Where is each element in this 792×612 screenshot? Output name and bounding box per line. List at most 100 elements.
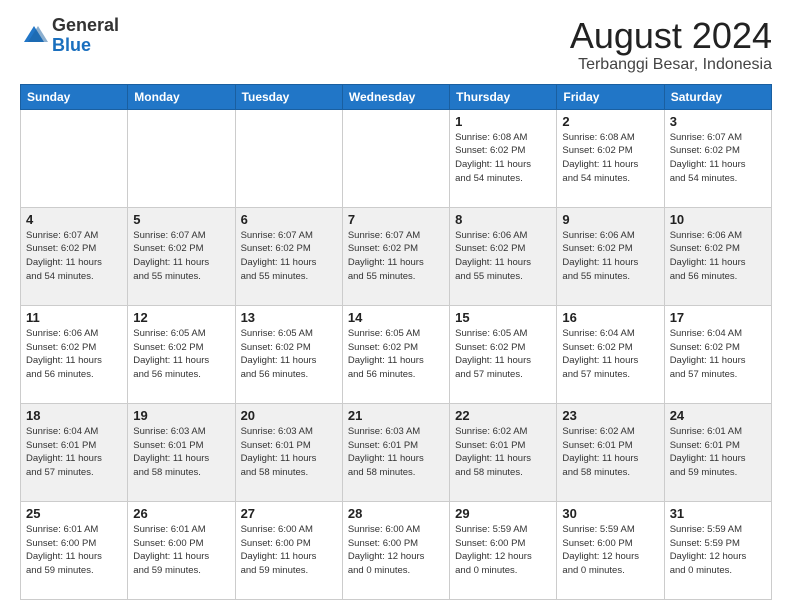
- logo-blue: Blue: [52, 35, 91, 55]
- day-number: 15: [455, 310, 551, 325]
- calendar-cell: [235, 109, 342, 207]
- day-number: 17: [670, 310, 766, 325]
- day-info: Sunrise: 6:04 AM Sunset: 6:01 PM Dayligh…: [26, 425, 122, 480]
- day-info: Sunrise: 5:59 AM Sunset: 6:00 PM Dayligh…: [455, 523, 551, 578]
- calendar-cell: 2 Sunrise: 6:08 AM Sunset: 6:02 PM Daylig…: [557, 109, 664, 207]
- day-number: 11: [26, 310, 122, 325]
- calendar-cell: 6 Sunrise: 6:07 AM Sunset: 6:02 PM Daylig…: [235, 207, 342, 305]
- day-info: Sunrise: 6:06 AM Sunset: 6:02 PM Dayligh…: [670, 229, 766, 284]
- day-info: Sunrise: 6:02 AM Sunset: 6:01 PM Dayligh…: [455, 425, 551, 480]
- day-number: 24: [670, 408, 766, 423]
- day-info: Sunrise: 6:03 AM Sunset: 6:01 PM Dayligh…: [241, 425, 337, 480]
- day-number: 10: [670, 212, 766, 227]
- logo-text: General Blue: [52, 16, 119, 56]
- day-number: 4: [26, 212, 122, 227]
- logo: General Blue: [20, 16, 119, 56]
- day-number: 3: [670, 114, 766, 129]
- day-number: 22: [455, 408, 551, 423]
- weekday-thursday: Thursday: [450, 84, 557, 109]
- day-number: 9: [562, 212, 658, 227]
- calendar-cell: 26 Sunrise: 6:01 AM Sunset: 6:00 PM Dayli…: [128, 501, 235, 599]
- month-title: August 2024: [570, 16, 772, 56]
- calendar-cell: 24 Sunrise: 6:01 AM Sunset: 6:01 PM Dayli…: [664, 403, 771, 501]
- calendar-cell: 25 Sunrise: 6:01 AM Sunset: 6:00 PM Dayli…: [21, 501, 128, 599]
- day-number: 18: [26, 408, 122, 423]
- day-info: Sunrise: 6:02 AM Sunset: 6:01 PM Dayligh…: [562, 425, 658, 480]
- calendar-cell: 3 Sunrise: 6:07 AM Sunset: 6:02 PM Daylig…: [664, 109, 771, 207]
- calendar-cell: 14Sunrise: 6:05 AM Sunset: 6:02 PM Dayli…: [342, 305, 449, 403]
- logo-icon: [20, 22, 48, 50]
- day-info: Sunrise: 6:06 AM Sunset: 6:02 PM Dayligh…: [562, 229, 658, 284]
- calendar-cell: 12 Sunrise: 6:05 AM Sunset: 6:02 PM Dayli…: [128, 305, 235, 403]
- location: Terbanggi Besar, Indonesia: [570, 56, 772, 74]
- calendar-cell: 28 Sunrise: 6:00 AM Sunset: 6:00 PM Dayli…: [342, 501, 449, 599]
- weekday-tuesday: Tuesday: [235, 84, 342, 109]
- day-number: 14: [348, 310, 444, 325]
- day-number: 25: [26, 506, 122, 521]
- day-number: 29: [455, 506, 551, 521]
- day-info: Sunrise: 6:08 AM Sunset: 6:02 PM Dayligh…: [455, 131, 551, 186]
- calendar-cell: 9 Sunrise: 6:06 AM Sunset: 6:02 PM Daylig…: [557, 207, 664, 305]
- day-info: Sunrise: 6:01 AM Sunset: 6:01 PM Dayligh…: [670, 425, 766, 480]
- calendar-cell: 17Sunrise: 6:04 AM Sunset: 6:02 PM Dayli…: [664, 305, 771, 403]
- calendar-cell: [21, 109, 128, 207]
- day-info: Sunrise: 6:01 AM Sunset: 6:00 PM Dayligh…: [133, 523, 229, 578]
- day-number: 16: [562, 310, 658, 325]
- weekday-friday: Friday: [557, 84, 664, 109]
- day-number: 20: [241, 408, 337, 423]
- day-number: 6: [241, 212, 337, 227]
- day-number: 30: [562, 506, 658, 521]
- calendar-cell: 27 Sunrise: 6:00 AM Sunset: 6:00 PM Dayli…: [235, 501, 342, 599]
- calendar-cell: 16 Sunrise: 6:04 AM Sunset: 6:02 PM Dayli…: [557, 305, 664, 403]
- day-info: Sunrise: 6:07 AM Sunset: 6:02 PM Dayligh…: [26, 229, 122, 284]
- calendar-cell: 22 Sunrise: 6:02 AM Sunset: 6:01 PM Dayli…: [450, 403, 557, 501]
- day-info: Sunrise: 5:59 AM Sunset: 5:59 PM Dayligh…: [670, 523, 766, 578]
- day-number: 26: [133, 506, 229, 521]
- day-info: Sunrise: 6:01 AM Sunset: 6:00 PM Dayligh…: [26, 523, 122, 578]
- weekday-wednesday: Wednesday: [342, 84, 449, 109]
- day-number: 1: [455, 114, 551, 129]
- day-number: 19: [133, 408, 229, 423]
- weekday-sunday: Sunday: [21, 84, 128, 109]
- day-number: 31: [670, 506, 766, 521]
- calendar-cell: 29 Sunrise: 5:59 AM Sunset: 6:00 PM Dayli…: [450, 501, 557, 599]
- calendar-cell: 21 Sunrise: 6:03 AM Sunset: 6:01 PM Dayli…: [342, 403, 449, 501]
- logo-general: General: [52, 15, 119, 35]
- day-info: Sunrise: 6:07 AM Sunset: 6:02 PM Dayligh…: [670, 131, 766, 186]
- calendar-cell: 1 Sunrise: 6:08 AM Sunset: 6:02 PM Daylig…: [450, 109, 557, 207]
- calendar-cell: 8Sunrise: 6:06 AM Sunset: 6:02 PM Daylig…: [450, 207, 557, 305]
- day-info: Sunrise: 6:08 AM Sunset: 6:02 PM Dayligh…: [562, 131, 658, 186]
- day-info: Sunrise: 6:00 AM Sunset: 6:00 PM Dayligh…: [241, 523, 337, 578]
- day-number: 5: [133, 212, 229, 227]
- calendar-row-3: 18 Sunrise: 6:04 AM Sunset: 6:01 PM Dayli…: [21, 403, 772, 501]
- day-number: 13: [241, 310, 337, 325]
- day-number: 28: [348, 506, 444, 521]
- day-number: 12: [133, 310, 229, 325]
- calendar-cell: 10 Sunrise: 6:06 AM Sunset: 6:02 PM Dayli…: [664, 207, 771, 305]
- calendar-cell: 7 Sunrise: 6:07 AM Sunset: 6:02 PM Daylig…: [342, 207, 449, 305]
- day-info: Sunrise: 6:03 AM Sunset: 6:01 PM Dayligh…: [348, 425, 444, 480]
- header: General Blue August 2024 Terbanggi Besar…: [20, 16, 772, 74]
- day-info: Sunrise: 6:07 AM Sunset: 6:02 PM Dayligh…: [348, 229, 444, 284]
- day-info: Sunrise: 6:06 AM Sunset: 6:02 PM Dayligh…: [26, 327, 122, 382]
- day-number: 2: [562, 114, 658, 129]
- calendar-cell: 19Sunrise: 6:03 AM Sunset: 6:01 PM Dayli…: [128, 403, 235, 501]
- calendar-cell: 18 Sunrise: 6:04 AM Sunset: 6:01 PM Dayli…: [21, 403, 128, 501]
- day-info: Sunrise: 6:00 AM Sunset: 6:00 PM Dayligh…: [348, 523, 444, 578]
- day-number: 21: [348, 408, 444, 423]
- day-number: 7: [348, 212, 444, 227]
- calendar-cell: 5Sunrise: 6:07 AM Sunset: 6:02 PM Daylig…: [128, 207, 235, 305]
- calendar-cell: 20 Sunrise: 6:03 AM Sunset: 6:01 PM Dayli…: [235, 403, 342, 501]
- day-info: Sunrise: 6:07 AM Sunset: 6:02 PM Dayligh…: [241, 229, 337, 284]
- calendar-row-2: 11 Sunrise: 6:06 AM Sunset: 6:02 PM Dayli…: [21, 305, 772, 403]
- day-info: Sunrise: 6:05 AM Sunset: 6:02 PM Dayligh…: [241, 327, 337, 382]
- calendar-body: 1 Sunrise: 6:08 AM Sunset: 6:02 PM Daylig…: [21, 109, 772, 599]
- day-info: Sunrise: 6:04 AM Sunset: 6:02 PM Dayligh…: [562, 327, 658, 382]
- day-info: Sunrise: 6:05 AM Sunset: 6:02 PM Dayligh…: [133, 327, 229, 382]
- calendar-table: SundayMondayTuesdayWednesdayThursdayFrid…: [20, 84, 772, 600]
- day-number: 27: [241, 506, 337, 521]
- weekday-monday: Monday: [128, 84, 235, 109]
- day-info: Sunrise: 5:59 AM Sunset: 6:00 PM Dayligh…: [562, 523, 658, 578]
- calendar-cell: 4 Sunrise: 6:07 AM Sunset: 6:02 PM Daylig…: [21, 207, 128, 305]
- calendar-cell: 23Sunrise: 6:02 AM Sunset: 6:01 PM Dayli…: [557, 403, 664, 501]
